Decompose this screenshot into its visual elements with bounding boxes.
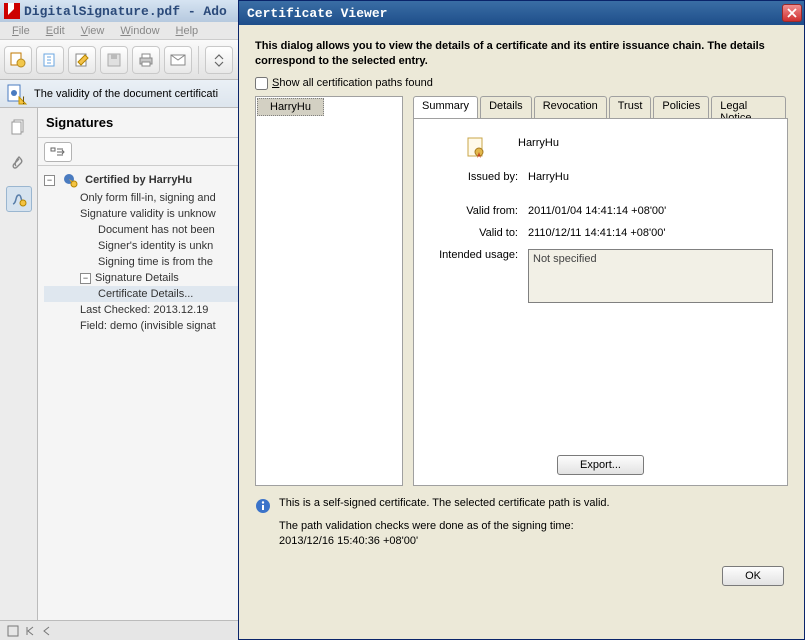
certificate-viewer-dialog: Certificate Viewer This dialog allows yo…	[238, 0, 805, 640]
window-title: DigitalSignature.pdf - Ado	[24, 4, 227, 19]
menu-file[interactable]: File	[4, 23, 38, 39]
svg-text:!: !	[22, 95, 25, 106]
close-icon	[787, 8, 797, 18]
toolbar-edit-icon[interactable]	[68, 46, 96, 74]
tab-details[interactable]: Details	[480, 96, 532, 118]
toolbar-overflow-icon[interactable]	[205, 46, 233, 74]
dialog-title: Certificate Viewer	[247, 6, 387, 21]
show-all-paths-label[interactable]: Show all certification paths found	[272, 77, 433, 89]
tree-sigdetails-label: Signature Details	[95, 272, 179, 284]
dialog-intro: This dialog allows you to view the detai…	[255, 39, 788, 69]
valid-to-value: 2110/12/11 14:41:14 +08'00'	[528, 227, 773, 239]
valid-from-value: 2011/01/04 14:41:14 +08'00'	[528, 205, 773, 217]
cert-tree-item-selected[interactable]: HarryHu	[257, 98, 324, 116]
page-size-icon[interactable]	[6, 624, 20, 638]
export-button[interactable]: Export...	[557, 455, 644, 475]
tab-policies[interactable]: Policies	[653, 96, 709, 118]
issued-by-value: HarryHu	[528, 171, 773, 183]
ok-button[interactable]: OK	[722, 566, 784, 586]
intended-usage-label: Intended usage:	[428, 249, 528, 303]
tab-summary[interactable]: Summary	[413, 96, 478, 118]
status-bar	[0, 620, 238, 640]
attachments-panel-icon[interactable]	[6, 150, 32, 176]
validity-text: The validity of the document certificati	[34, 88, 218, 100]
show-all-paths-checkbox[interactable]	[255, 77, 268, 90]
dialog-footer: This is a self-signed certificate. The s…	[255, 496, 788, 550]
intended-usage-box: Not specified	[528, 249, 773, 303]
footer-line1: This is a self-signed certificate. The s…	[279, 496, 610, 511]
dialog-titlebar[interactable]: Certificate Viewer	[239, 1, 804, 25]
pdf-file-icon	[4, 3, 20, 19]
valid-from-label: Valid from:	[428, 205, 528, 217]
footer-line3: 2013/12/16 15:40:36 +08'00'	[279, 534, 610, 549]
info-icon	[255, 498, 271, 514]
toolbar-separator	[198, 46, 199, 74]
certificate-chain-tree[interactable]: HarryHu	[255, 96, 403, 486]
certificate-icon	[466, 137, 486, 159]
pages-panel-icon[interactable]	[6, 114, 32, 140]
toolbar-print-icon[interactable]	[132, 46, 160, 74]
prev-page-icon[interactable]	[40, 624, 54, 638]
toolbar-open-icon[interactable]	[36, 46, 64, 74]
toolbar-create-pdf-icon[interactable]	[4, 46, 32, 74]
tree-root-label: Certified by HarryHu	[85, 174, 192, 186]
signatures-panel-icon[interactable]	[6, 186, 32, 212]
footer-line2: The path validation checks were done as …	[279, 519, 610, 534]
tab-body-summary: HarryHu Issued by: HarryHu Valid from: 2…	[413, 118, 788, 486]
sig-options-icon[interactable]	[44, 142, 72, 162]
menu-edit[interactable]: Edit	[38, 23, 73, 39]
valid-to-label: Valid to:	[428, 227, 528, 239]
certified-icon	[62, 172, 78, 188]
collapse-icon[interactable]: −	[80, 273, 91, 284]
show-all-paths-row: Show all certification paths found	[255, 77, 788, 90]
tab-revocation[interactable]: Revocation	[534, 96, 607, 118]
menu-help[interactable]: Help	[168, 23, 207, 39]
toolbar-email-icon[interactable]	[164, 46, 192, 74]
certificate-tabs: Summary Details Revocation Trust Policie…	[413, 96, 788, 486]
toolbar-save-icon[interactable]	[100, 46, 128, 74]
collapse-icon[interactable]: −	[44, 175, 55, 186]
tab-trust[interactable]: Trust	[609, 96, 652, 118]
left-nav-strip	[0, 108, 38, 640]
close-button[interactable]	[782, 4, 802, 22]
first-page-icon[interactable]	[23, 624, 37, 638]
certificate-warning-icon: !	[6, 84, 26, 104]
tab-legal-notice[interactable]: Legal Notice	[711, 96, 786, 118]
issued-by-label: Issued by:	[428, 171, 528, 183]
menu-view[interactable]: View	[73, 23, 113, 39]
summary-name: HarryHu	[518, 137, 773, 159]
menu-window[interactable]: Window	[112, 23, 167, 39]
